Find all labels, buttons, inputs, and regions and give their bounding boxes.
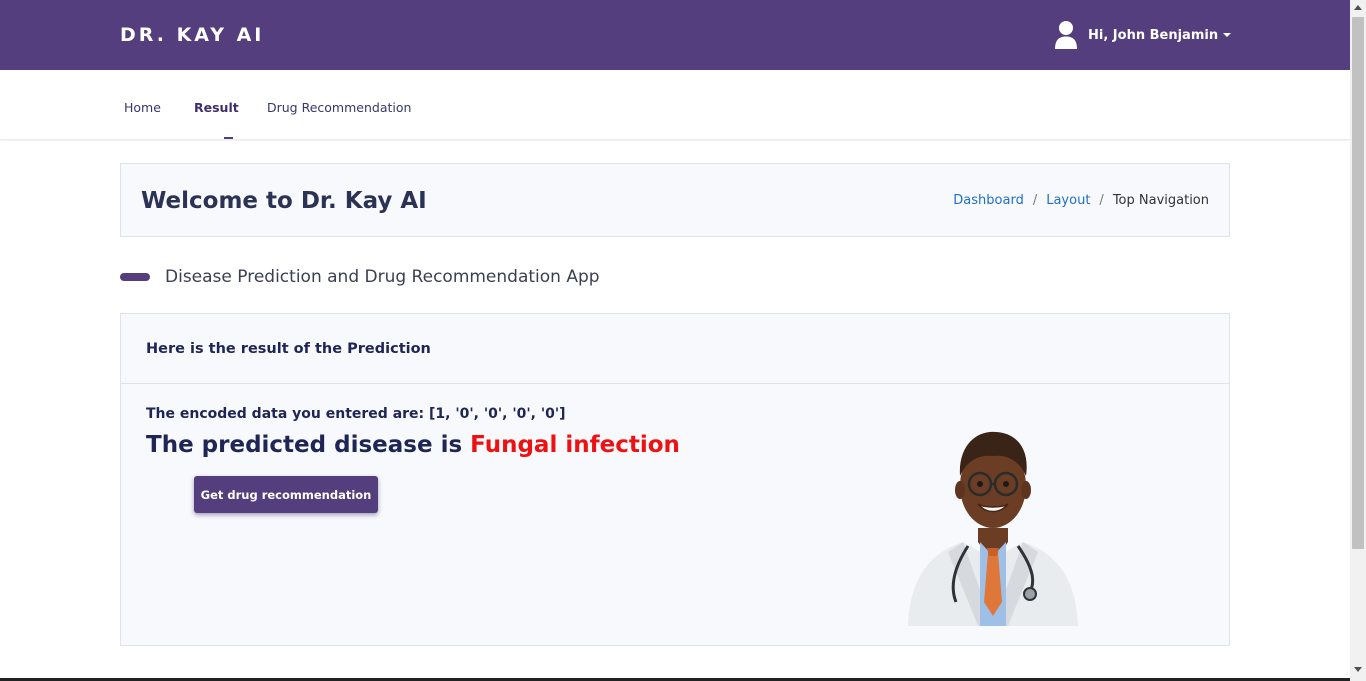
- main-nav: Home Result Drug Recommendation: [0, 70, 1350, 140]
- welcome-card: Welcome to Dr. Kay AI Dashboard / Layout…: [120, 163, 1230, 237]
- breadcrumb-current: Top Navigation: [1112, 193, 1209, 208]
- breadcrumb: Dashboard / Layout / Top Navigation: [953, 193, 1209, 208]
- predicted-disease-line: The predicted disease is Fungal infectio…: [146, 432, 680, 458]
- breadcrumb-layout[interactable]: Layout: [1046, 193, 1090, 208]
- result-header-text: Here is the result of the Prediction: [146, 341, 431, 357]
- result-card: Here is the result of the Prediction The…: [120, 313, 1230, 646]
- scrollbar-thumb[interactable]: [1352, 17, 1364, 549]
- scroll-up-arrow-icon[interactable]: [1354, 5, 1362, 10]
- page-title: Welcome to Dr. Kay AI: [141, 188, 427, 214]
- section-title: Disease Prediction and Drug Recommendati…: [165, 267, 600, 287]
- predicted-prefix: The predicted disease is: [146, 432, 471, 458]
- vertical-scrollbar[interactable]: [1350, 0, 1366, 681]
- predicted-disease: Fungal infection: [470, 432, 680, 458]
- brand-logo[interactable]: DR. KAY AI: [120, 24, 264, 46]
- nav-home[interactable]: Home: [124, 100, 161, 115]
- encoded-data-text: The encoded data you entered are: [1, '0…: [146, 406, 566, 422]
- nav-drug-recommendation[interactable]: Drug Recommendation: [267, 100, 411, 115]
- breadcrumb-separator: /: [1099, 193, 1104, 208]
- section-accent-bar: [120, 273, 150, 281]
- breadcrumb-separator: /: [1032, 193, 1038, 208]
- scroll-down-arrow-icon[interactable]: [1354, 667, 1362, 672]
- user-menu[interactable]: Hi, John Benjamin: [1054, 20, 1232, 50]
- chevron-down-icon: [1223, 33, 1232, 37]
- breadcrumb-dashboard[interactable]: Dashboard: [953, 193, 1024, 208]
- user-icon: [1055, 21, 1077, 49]
- doctor-avatar-image: [908, 431, 1078, 626]
- top-header: DR. KAY AI Hi, John Benjamin: [0, 0, 1350, 70]
- user-greeting: Hi, John Benjamin: [1088, 27, 1219, 43]
- active-tab-indicator: [224, 137, 233, 139]
- result-card-header: Here is the result of the Prediction: [121, 314, 1229, 384]
- nav-result[interactable]: Result: [194, 100, 239, 115]
- get-drug-recommendation-button[interactable]: Get drug recommendation: [194, 476, 378, 513]
